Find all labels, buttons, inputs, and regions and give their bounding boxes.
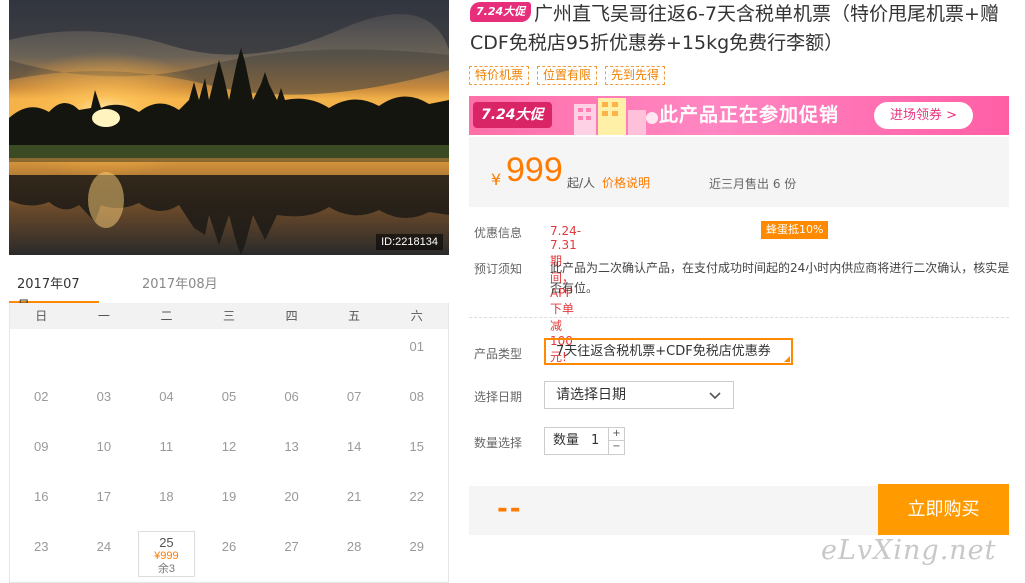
price-explanation-link[interactable]: 价格说明 (602, 174, 650, 191)
calendar-day: 12 (221, 439, 237, 454)
buy-now-button[interactable]: 立即购买 (878, 484, 1009, 535)
currency-symbol: ¥ (491, 170, 502, 189)
calendar-day: 22 (409, 489, 424, 504)
calendar-weekday-header: 日 一 二 三 四 五 六 (10, 303, 448, 329)
tag-limited-seats: 位置有限 (537, 66, 598, 85)
date-select-value: 请选择日期 (556, 387, 626, 403)
sales-count: 近三月售出 6 份 (709, 177, 797, 191)
total-price: -- (497, 494, 523, 524)
quantity-input[interactable]: 1 (591, 428, 599, 454)
promo-sale-badge: 7.24大促 (473, 102, 552, 128)
tab-month-july[interactable]: 2017年07月 (9, 274, 99, 314)
calendar-day: 21 (346, 489, 362, 504)
date-select[interactable]: 请选择日期 (544, 381, 734, 409)
site-watermark: eLvXing.net (821, 535, 997, 566)
quantity-stepper: 数量 1 + − (544, 427, 625, 455)
calendar-day-number: 25 (159, 535, 174, 550)
calendar-day: 17 (96, 489, 112, 504)
price-unit: 起/人 (567, 176, 596, 190)
calendar-day: 07 (346, 389, 362, 404)
calendar-day: 10 (96, 439, 112, 454)
calendar-day: 20 (284, 489, 299, 504)
weekday-label: 日 (35, 309, 48, 323)
weekday-label: 四 (285, 309, 298, 323)
calendar-day: 15 (409, 439, 424, 454)
calendar-day-empty (198, 329, 261, 379)
calendar-day-remaining: 余3 (157, 563, 175, 575)
price-amount: 999 (506, 151, 563, 189)
quantity-increase-button[interactable]: + (608, 428, 624, 441)
section-divider (469, 317, 1009, 318)
date-calendar: 日 一 二 三 四 五 六 01 02 03 04 05 06 07 08 09… (9, 303, 449, 583)
calendar-day: 05 (221, 389, 237, 404)
product-type-value: 7天往返含税机票+CDF免税店优惠券 (556, 344, 771, 359)
selected-corner-icon (784, 356, 790, 362)
calendar-day: 18 (159, 489, 174, 504)
get-coupon-button[interactable]: 进场领券 > (873, 102, 973, 129)
calendar-day-empty (135, 329, 198, 379)
calendar-day: 26 (221, 539, 237, 554)
calendar-day: 16 (34, 489, 49, 504)
calendar-day: 02 (34, 389, 49, 404)
purchase-bar: -- 立即购买 (469, 484, 1009, 535)
calendar-day-empty (73, 329, 136, 379)
notice-text: 此产品为二次确认产品，在支付成功时间起的24小时内供应商将进行二次确认，核实是否… (550, 261, 1010, 295)
calendar-day-empty (260, 329, 323, 379)
weekday-label: 五 (348, 309, 361, 323)
month-tabs: 2017年07月 2017年08月 (9, 270, 449, 314)
calendar-day: 06 (284, 389, 299, 404)
calendar-day: 14 (346, 439, 362, 454)
calendar-day: 03 (96, 389, 112, 404)
weekday-label: 三 (223, 309, 236, 323)
calendar-day: 19 (221, 489, 237, 504)
weekday-label: 一 (97, 309, 110, 323)
quantity-label: 数量选择 (474, 436, 523, 450)
calendar-day: 04 (159, 389, 174, 404)
discount-label: 优惠信息 (474, 226, 523, 240)
calendar-day: 09 (34, 439, 49, 454)
image-id-label: ID:2218134 (376, 234, 443, 250)
calendar-day: 29 (409, 539, 424, 554)
promo-message: 此产品正在参加促销 (659, 104, 840, 126)
product-tags: 特价机票 位置有限 先到先得 (469, 66, 666, 85)
calendar-grid: 01 02 03 04 05 06 07 08 09 10 11 12 13 1… (10, 329, 448, 579)
calendar-day-empty (10, 329, 73, 379)
calendar-day: 27 (284, 539, 299, 554)
quantity-decrease-button[interactable]: − (608, 441, 624, 454)
product-type-label: 产品类型 (474, 347, 523, 361)
calendar-day-available[interactable]: 25 ¥999 余3 (138, 531, 195, 577)
notice-label: 预订须知 (474, 262, 523, 276)
bee-coin-badge: 蜂蛋抵10% (761, 221, 829, 239)
weekday-label: 二 (160, 309, 173, 323)
chevron-down-icon (709, 392, 721, 400)
tag-first-come: 先到先得 (605, 66, 666, 85)
promo-banner[interactable]: 7.24大促 此产品正在参加促销 进场领券 > (469, 96, 1009, 135)
calendar-day-empty (323, 329, 386, 379)
date-select-label: 选择日期 (474, 390, 523, 404)
tag-special-ticket: 特价机票 (469, 66, 530, 85)
weekday-label: 六 (410, 309, 423, 323)
calendar-day: 01 (409, 339, 424, 354)
product-type-option[interactable]: 7天往返含税机票+CDF免税店优惠券 (544, 338, 793, 365)
product-title: 广州直飞吴哥往返6-7天含税单机票（特价甩尾机票+赠CDF免税店95折优惠券+1… (470, 3, 999, 54)
calendar-day: 28 (346, 539, 362, 554)
calendar-day: 11 (159, 439, 174, 454)
product-photo: ID:2218134 (9, 0, 449, 255)
quantity-prefix: 数量 (553, 433, 580, 448)
calendar-day: 13 (284, 439, 299, 454)
calendar-day-price: ¥999 (154, 550, 179, 562)
tab-month-august[interactable]: 2017年08月 (134, 274, 226, 304)
calendar-day: 24 (96, 539, 112, 554)
sale-badge: 7.24大促 (470, 2, 532, 22)
promo-building-illustration (574, 98, 658, 135)
calendar-day: 23 (34, 539, 49, 554)
calendar-day: 08 (409, 389, 424, 404)
price-panel: ¥ 999 起/人 价格说明 近三月售出 6 份 (469, 137, 1009, 207)
